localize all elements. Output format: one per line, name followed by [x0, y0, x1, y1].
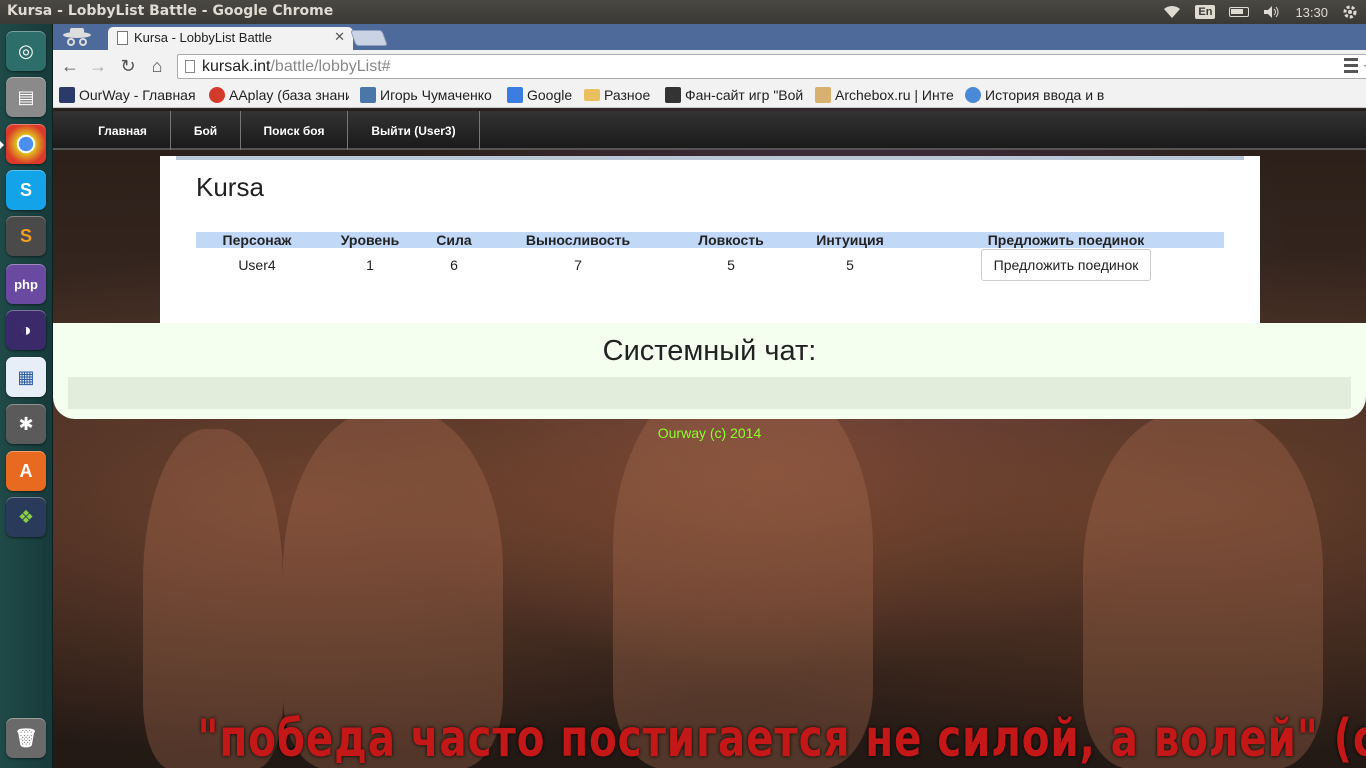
- volume-icon[interactable]: [1263, 5, 1281, 19]
- bookmark-label: Разное: [604, 87, 651, 103]
- sublime-text-icon[interactable]: S: [6, 216, 46, 256]
- bookmark-item[interactable]: Archebox.ru | Инте: [815, 87, 955, 103]
- column-header: Сила: [422, 232, 486, 248]
- home-icon[interactable]: ⌂: [146, 56, 168, 77]
- nav-battle[interactable]: Бой: [171, 111, 241, 150]
- card-top-border: [176, 156, 1244, 160]
- back-arrow-icon[interactable]: ←: [59, 56, 81, 77]
- bookmark-item[interactable]: Игорь Чумаченко: [360, 87, 500, 103]
- table-row: User4 1 6 7 5 5 Предложить поединок: [196, 248, 1224, 282]
- column-header: Предложить поединок: [908, 232, 1224, 248]
- tab-close-icon[interactable]: ✕: [334, 29, 345, 45]
- site-navigation: Главная Бой Поиск боя Выйти (User3): [53, 111, 1366, 150]
- bookmark-label: OurWay - Главная с: [79, 87, 199, 103]
- reload-icon[interactable]: ↻: [117, 56, 139, 77]
- stamina-cell: 7: [574, 257, 582, 273]
- window-title: Kursa - LobbyList Battle - Google Chrome: [7, 3, 334, 19]
- software-center-icon[interactable]: A: [6, 451, 46, 491]
- strength-cell: 6: [450, 257, 458, 273]
- phpstorm-icon[interactable]: php: [6, 264, 46, 304]
- propose-duel-button[interactable]: Предложить поединок: [980, 249, 1152, 281]
- bookmark-label: Archebox.ru | Инте: [835, 87, 954, 103]
- page-icon: [117, 31, 128, 45]
- nav-logout[interactable]: Выйти (User3): [348, 111, 480, 150]
- browser-tab-strip: Kursa - LobbyList Battle ✕: [53, 24, 1366, 50]
- url-path: /battle/lobbyList#: [270, 58, 391, 75]
- column-header: Интуиция: [792, 232, 908, 248]
- windows-icon[interactable]: ❖: [6, 497, 46, 537]
- bookmark-label: Фан-сайт игр "Вой: [685, 87, 804, 103]
- archebox-icon: [815, 87, 831, 103]
- browser-toolbar: ← → ↻ ⌂ kursak.int/battle/lobbyList# ☆: [53, 50, 1366, 83]
- ubuntu-dash-icon[interactable]: ◎: [6, 31, 46, 71]
- column-header: Уровень: [318, 232, 422, 248]
- skype-icon[interactable]: S: [6, 170, 46, 210]
- bookmark-favicon-icon: [665, 87, 681, 103]
- incognito-icon: [63, 28, 91, 46]
- chrome-menu-icon[interactable]: [1344, 58, 1358, 76]
- lobby-content-card: Kursa Персонаж Уровень Сила Выносливость…: [160, 156, 1260, 323]
- vk-icon: [360, 87, 376, 103]
- bookmark-label: История ввода и в: [985, 87, 1105, 103]
- os-top-panel: Kursa - LobbyList Battle - Google Chrome…: [0, 0, 1366, 24]
- intuition-cell: 5: [846, 257, 854, 273]
- wifi-icon[interactable]: [1163, 5, 1181, 19]
- system-tray: En 13:30: [1163, 2, 1358, 22]
- bookmark-item[interactable]: История ввода и в: [965, 87, 1105, 103]
- forward-arrow-icon[interactable]: →: [87, 56, 109, 77]
- system-settings-icon[interactable]: ✱: [6, 404, 46, 444]
- new-tab-button[interactable]: [350, 30, 388, 46]
- bookmark-star-icon[interactable]: ☆: [1362, 55, 1366, 80]
- background-quote: "победа часто постигается не силой, а во…: [197, 709, 1366, 768]
- eclipse-icon[interactable]: ◑: [6, 310, 46, 350]
- trash-icon[interactable]: 🗑: [6, 718, 46, 758]
- nav-find-battle[interactable]: Поиск боя: [241, 111, 348, 150]
- page-icon: [185, 60, 195, 73]
- action-cell: Предложить поединок: [908, 248, 1224, 282]
- chat-title: Системный чат:: [602, 335, 817, 367]
- column-header: Выносливость: [486, 232, 670, 248]
- player-name-cell: User4: [238, 257, 276, 273]
- bookmark-favicon-icon: [209, 87, 225, 103]
- table-header-row: Персонаж Уровень Сила Выносливость Ловко…: [196, 232, 1224, 248]
- site-footer: Ourway (c) 2014: [657, 425, 762, 441]
- chrome-icon[interactable]: [6, 124, 46, 164]
- bookmark-item[interactable]: AAplay (база знани: [209, 87, 349, 103]
- site-title: Kursa: [196, 172, 264, 202]
- files-icon[interactable]: ▤: [6, 77, 46, 117]
- level-cell: 1: [366, 257, 374, 273]
- bookmark-item[interactable]: OurWay - Главная с: [59, 87, 199, 103]
- unity-launcher: ◎ ▤ S S php ◑ ▦ ✱ A ❖ 🗑: [0, 24, 53, 768]
- bookmark-label: AAplay (база знани: [229, 87, 349, 103]
- page-viewport[interactable]: Главная Бой Поиск боя Выйти (User3) Kurs…: [53, 109, 1366, 768]
- battery-icon[interactable]: [1229, 7, 1250, 17]
- tab-title: Kursa - LobbyList Battle: [134, 30, 273, 45]
- keyboard-layout-indicator[interactable]: En: [1195, 5, 1216, 19]
- bookmark-label: Google: [527, 87, 573, 103]
- folder-icon: [584, 89, 600, 101]
- url-host: kursak.int: [202, 58, 271, 75]
- bookmark-item[interactable]: Фан-сайт игр "Вой: [665, 87, 805, 103]
- address-bar[interactable]: kursak.int/battle/lobbyList# ☆: [177, 54, 1366, 79]
- chat-messages-box[interactable]: [68, 377, 1351, 409]
- globe-icon: [965, 87, 981, 103]
- bookmark-folder[interactable]: Разное: [584, 87, 656, 103]
- column-header: Ловкость: [670, 232, 792, 248]
- nav-home[interactable]: Главная: [75, 111, 171, 150]
- bookmark-favicon-icon: [59, 87, 75, 103]
- bookmark-item[interactable]: Google: [507, 87, 579, 103]
- column-header: Персонаж: [196, 232, 318, 248]
- bookmarks-bar: OurWay - Главная с AAplay (база знани Иг…: [53, 83, 1366, 108]
- running-indicator: [0, 141, 4, 149]
- google-icon: [507, 87, 523, 103]
- agility-cell: 5: [727, 257, 735, 273]
- bookmark-label: Игорь Чумаченко: [380, 87, 492, 103]
- clock[interactable]: 13:30: [1295, 5, 1328, 20]
- lobby-list-table: Персонаж Уровень Сила Выносливость Ловко…: [196, 232, 1224, 282]
- tab-active[interactable]: Kursa - LobbyList Battle ✕: [108, 27, 353, 50]
- libreoffice-writer-icon[interactable]: ▦: [6, 357, 46, 397]
- system-chat-panel: Системный чат:: [53, 323, 1366, 419]
- settings-gear-icon[interactable]: [1342, 4, 1358, 20]
